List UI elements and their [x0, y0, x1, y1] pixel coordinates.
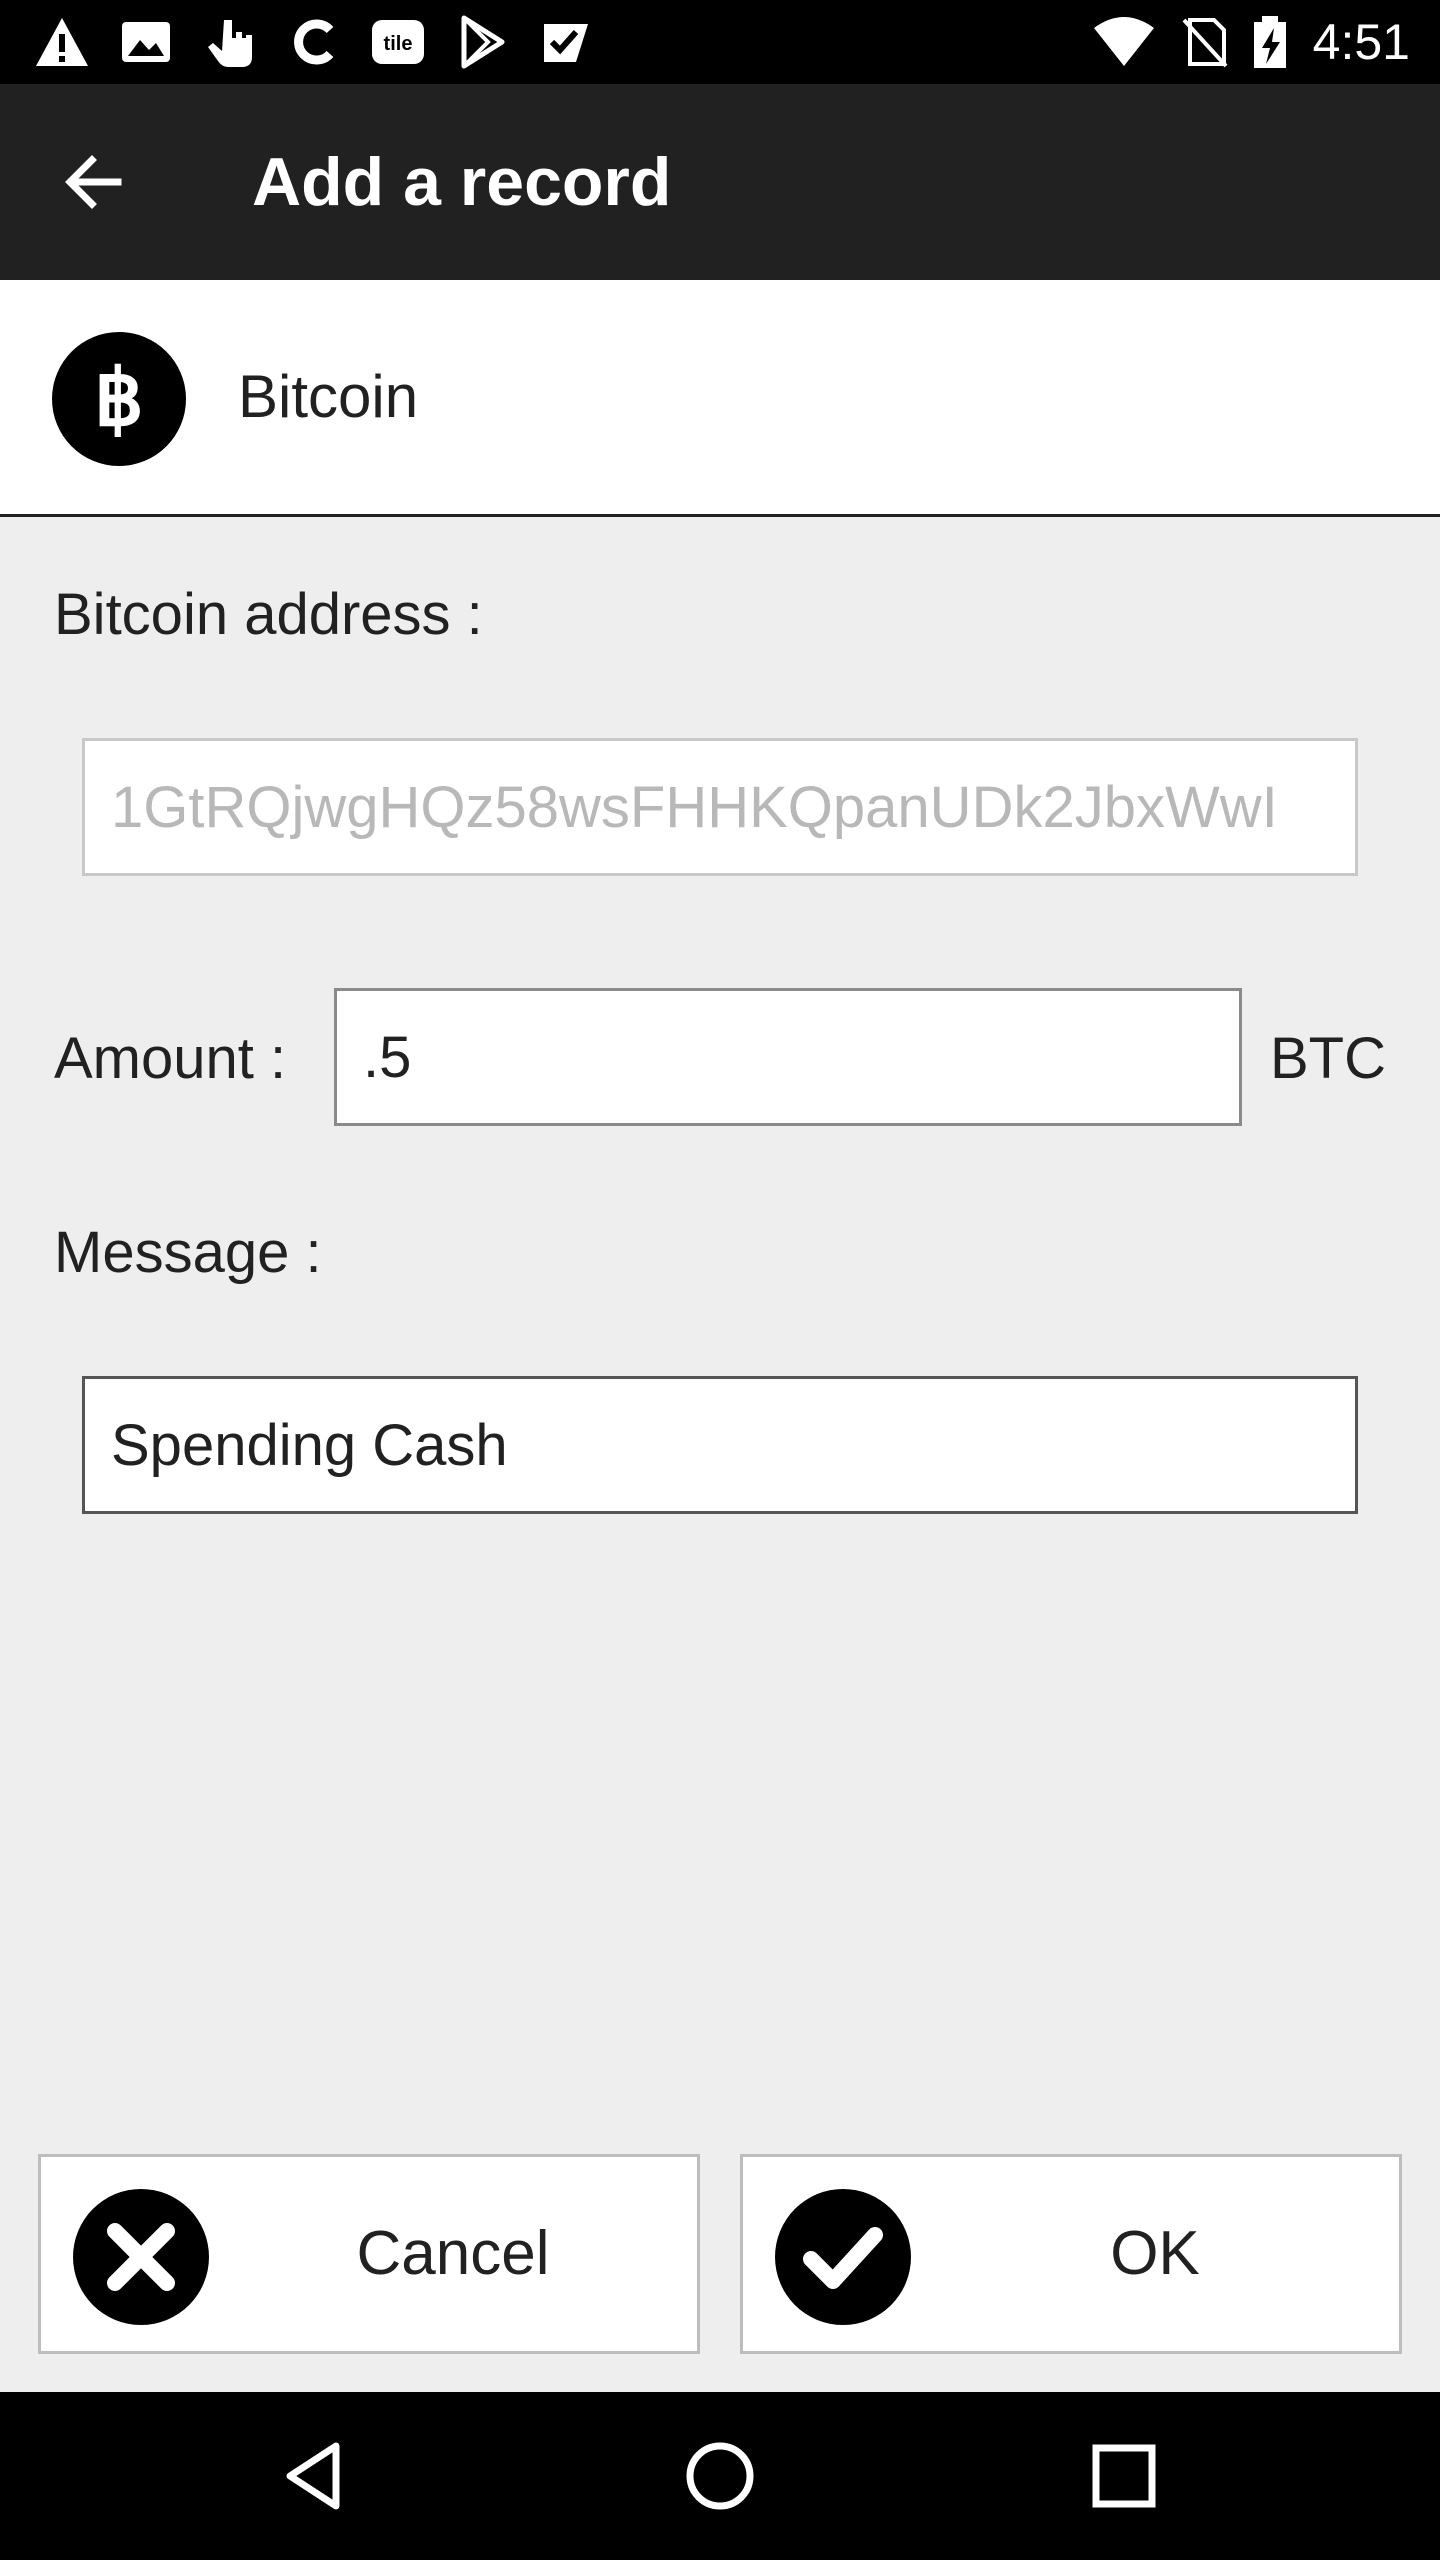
check-app-icon — [544, 24, 588, 62]
status-bar: tile 4:51 — [0, 0, 1440, 84]
amount-unit: BTC — [1270, 1026, 1386, 1091]
coin-name: Bitcoin — [238, 363, 419, 430]
no-sim-icon — [1182, 18, 1228, 68]
arrow-left-icon[interactable] — [48, 134, 144, 230]
cancel-button[interactable]: Cancel — [38, 2154, 700, 2354]
message-field[interactable]: Spending Cash — [82, 1376, 1358, 1514]
bitcoin-icon: ฿ — [52, 332, 186, 466]
play-store-icon — [461, 15, 505, 69]
message-label: Message : — [54, 1220, 322, 1285]
c-app-icon — [294, 19, 334, 65]
address-label: Bitcoin address : — [54, 582, 483, 647]
warning-icon — [36, 18, 88, 66]
amount-field[interactable]: .5 — [334, 988, 1242, 1126]
page-title: Add a record — [252, 144, 672, 220]
tile-app-text: tile — [384, 33, 413, 55]
amount-label: Amount : — [54, 1026, 287, 1091]
image-icon — [122, 22, 170, 62]
close-icon — [73, 2189, 209, 2325]
navigation-bar — [0, 2392, 1440, 2560]
cancel-button-label: Cancel — [356, 2219, 550, 2288]
home-circle-icon[interactable] — [680, 2436, 760, 2516]
svg-text:฿: ฿ — [94, 354, 144, 442]
ok-button-label: OK — [1110, 2219, 1200, 2288]
back-triangle-icon[interactable] — [276, 2436, 356, 2516]
tile-app-icon: tile — [372, 20, 424, 64]
recents-square-icon[interactable] — [1084, 2436, 1164, 2516]
hand-pointer-icon — [208, 20, 252, 67]
coin-header: ฿ Bitcoin — [0, 280, 1440, 517]
ok-button[interactable]: OK — [740, 2154, 1402, 2354]
battery-charging-icon — [1254, 16, 1286, 68]
wifi-icon — [1094, 17, 1154, 66]
address-field: 1GtRQjwgHQz58wsFHHKQpanUDk2JbxWwI — [82, 738, 1358, 876]
checkmark-icon — [775, 2189, 911, 2325]
app-bar: Add a record — [0, 84, 1440, 280]
status-time: 4:51 — [1312, 14, 1410, 70]
